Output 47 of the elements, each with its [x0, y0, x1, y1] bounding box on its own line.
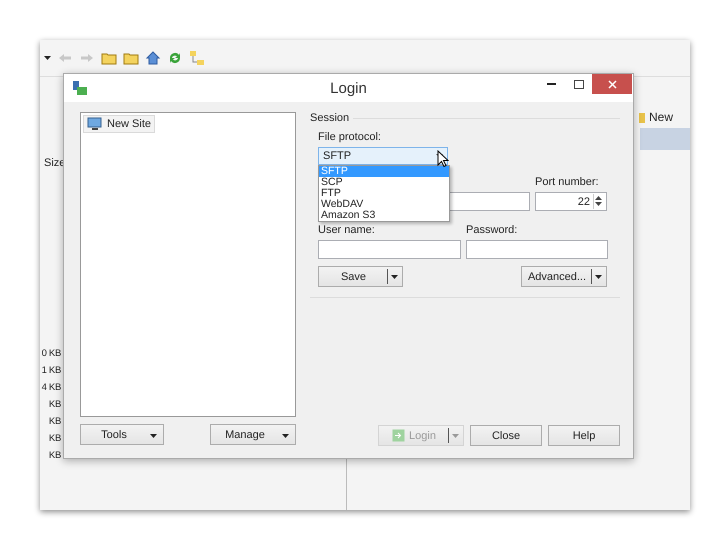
- login-icon: [392, 429, 406, 442]
- field-label: Port number:: [535, 176, 600, 189]
- side-item[interactable]: New: [649, 110, 674, 124]
- caret-icon: [452, 434, 458, 438]
- group-label: Session: [310, 112, 350, 124]
- close-button[interactable]: [592, 74, 632, 94]
- caret-icon: [44, 56, 51, 60]
- dropdown-option[interactable]: FTP: [319, 188, 449, 199]
- size-cell-text: KB: [48, 449, 61, 463]
- size-cell-text: KB: [48, 398, 61, 412]
- window-title: Login: [329, 80, 368, 96]
- field-label: Password:: [466, 224, 518, 237]
- size-cell-text: 0 KB: [40, 347, 61, 361]
- close-icon: [608, 80, 616, 88]
- caret-icon: [282, 434, 289, 438]
- port-field[interactable]: 22: [535, 192, 607, 211]
- size-cell-text: 4 KB: [40, 381, 61, 395]
- field-label: User name:: [318, 224, 376, 237]
- selection-strip: [640, 128, 690, 150]
- maximize-icon: [574, 80, 584, 88]
- size-cell-text: KB: [48, 415, 61, 429]
- dropdown-option[interactable]: WebDAV: [319, 199, 449, 210]
- spinner-icon[interactable]: [594, 194, 603, 208]
- dropdown-option[interactable]: SCP: [319, 177, 449, 188]
- computer-icon: [87, 117, 103, 131]
- password-field[interactable]: [466, 240, 608, 259]
- site-item[interactable]: New Site: [83, 115, 156, 133]
- user-name-field[interactable]: [318, 240, 461, 259]
- field-label: File protocol:: [318, 131, 382, 144]
- protocol-dropdown[interactable]: SFTP: [318, 147, 448, 165]
- split-button[interactable]: Save: [318, 266, 403, 287]
- menu-button[interactable]: Manage: [210, 424, 296, 445]
- caret-icon: [150, 434, 157, 438]
- refresh-icon[interactable]: [167, 50, 183, 66]
- menu-button[interactable]: Tools: [80, 424, 164, 445]
- dropdown-option[interactable]: Amazon S3: [319, 210, 449, 221]
- app-icon: [72, 80, 88, 96]
- tree-icon[interactable]: [189, 50, 205, 66]
- split-button[interactable]: Advanced...: [521, 266, 607, 287]
- dialog-button[interactable]: Close: [470, 425, 542, 446]
- minimize-icon: [547, 83, 556, 85]
- caret-icon: [594, 274, 602, 278]
- caret-icon: [390, 274, 398, 278]
- dialog-button[interactable]: Help: [548, 425, 620, 446]
- size-cell-text: KB: [48, 432, 61, 446]
- home-icon[interactable]: [145, 50, 161, 66]
- size-cell-text: 1 KB: [40, 364, 61, 378]
